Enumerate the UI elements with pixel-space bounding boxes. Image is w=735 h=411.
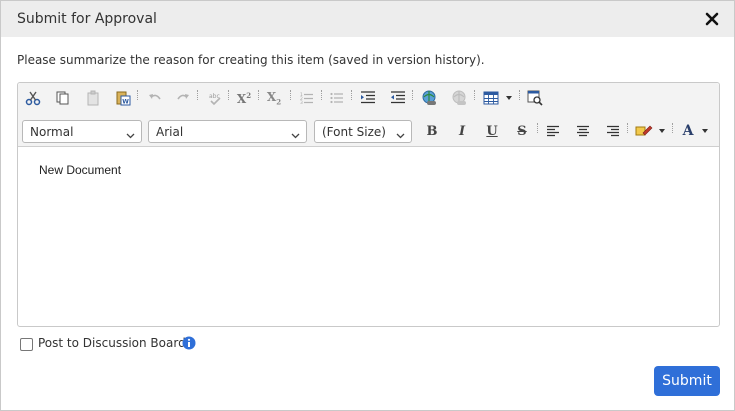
find-icon[interactable] [525,88,545,108]
redo-icon[interactable] [173,88,193,108]
dialog-titlebar: Submit for Approval [1,1,734,37]
chevron-down-icon [396,128,405,142]
font-family-value: Arial [156,125,184,139]
superscript-mark: 2 [246,90,252,100]
editor-toolbar: W abc X2 X2 123 Normal Arial (Font Size)… [18,83,719,147]
subscript-icon[interactable]: X2 [264,88,284,108]
font-color-dropdown-arrow-icon[interactable] [699,121,711,141]
underline-label: U [486,123,498,139]
dialog-prompt: Please summarize the reason for creating… [17,53,485,67]
subscript-mark: 2 [276,97,282,107]
info-icon[interactable] [182,335,196,350]
svg-text:3: 3 [300,100,303,106]
remove-link-icon[interactable] [449,88,469,108]
underline-button[interactable]: U [482,121,502,141]
font-color-icon[interactable]: A [678,121,698,141]
post-to-board-checkbox[interactable] [20,338,33,351]
svg-text:W: W [122,99,129,106]
italic-label: I [458,123,466,139]
close-icon[interactable] [704,11,720,27]
outdent-icon[interactable] [358,88,378,108]
paste-from-word-icon[interactable]: W [113,88,133,108]
superscript-label: X [236,91,247,106]
font-family-select[interactable]: Arial [148,120,307,143]
table-dropdown-arrow-icon[interactable] [503,88,515,108]
post-to-board-label[interactable]: Post to Discussion Board [38,336,186,350]
submit-approval-dialog: Submit for Approval Please summarize the… [0,0,735,411]
undo-icon[interactable] [145,88,165,108]
spellcheck-icon[interactable]: abc [205,88,225,108]
paragraph-format-value: Normal [30,125,74,139]
align-center-icon[interactable] [573,121,593,141]
font-color-label: A [682,123,694,139]
dialog-title: Submit for Approval [17,11,157,27]
insert-table-icon[interactable] [481,88,501,108]
superscript-icon[interactable]: X2 [234,88,254,108]
bold-button[interactable]: B [422,121,442,141]
highlight-dropdown-arrow-icon[interactable] [656,121,668,141]
chevron-down-icon [126,128,135,142]
cut-icon[interactable] [23,88,43,108]
font-size-select[interactable]: (Font Size) [314,120,412,143]
italic-button[interactable]: I [452,121,472,141]
bold-label: B [426,123,438,139]
submit-button[interactable]: Submit [654,366,720,396]
chevron-down-icon [291,128,300,142]
font-size-value: (Font Size) [322,125,386,139]
copy-icon[interactable] [53,88,73,108]
insert-link-icon[interactable] [419,88,439,108]
numbered-list-icon[interactable]: 123 [297,88,317,108]
indent-icon[interactable] [388,88,408,108]
rich-text-editor: W abc X2 X2 123 Normal Arial (Font Size)… [17,82,720,327]
strikethrough-button[interactable]: S [512,121,532,141]
editor-text: New Document [39,163,122,177]
bulleted-list-icon[interactable] [327,88,347,108]
editor-content-area[interactable]: New Document [18,148,719,326]
paragraph-format-select[interactable]: Normal [22,120,142,143]
subscript-label: X [266,89,277,104]
strikethrough-label: S [517,123,527,139]
align-right-icon[interactable] [603,121,623,141]
highlight-color-icon[interactable] [634,121,654,141]
align-left-icon[interactable] [543,121,563,141]
paste-icon[interactable] [83,88,103,108]
